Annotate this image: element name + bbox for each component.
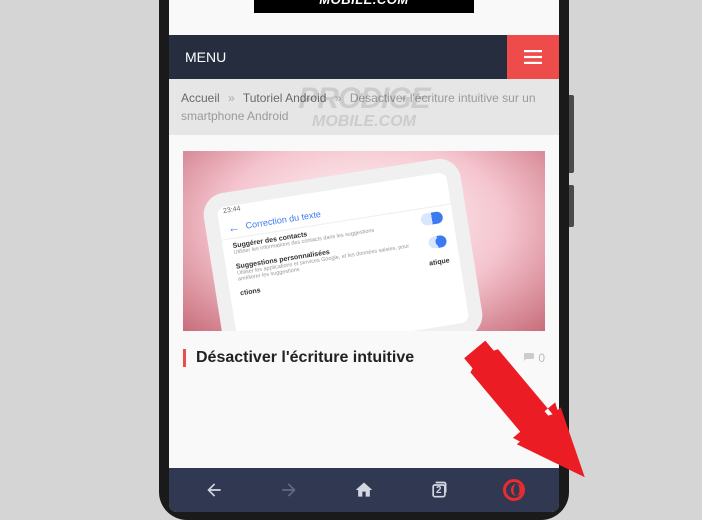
title-accent-marker — [183, 349, 186, 367]
nav-tabs-button[interactable]: 2 — [417, 480, 461, 500]
breadcrumb-sep: » — [335, 91, 342, 105]
comments-number: 0 — [538, 351, 545, 365]
mock-back-icon: ← — [227, 220, 241, 236]
arrow-left-icon — [204, 480, 224, 500]
power-button — [569, 185, 574, 227]
article-hero-image[interactable]: 23:44 ← Correction du texte Suggérer des… — [183, 151, 545, 331]
nav-forward-button[interactable] — [267, 480, 311, 500]
logo-line2: MOBILE.COM — [254, 0, 474, 7]
browser-nav-bar: 2 — [169, 468, 559, 512]
menu-label[interactable]: MENU — [169, 35, 507, 79]
article-title-row: Désactiver l'écriture intuitive 0 — [169, 339, 559, 371]
nav-home-button[interactable] — [342, 480, 386, 500]
phone-frame: PRODIGE MOBILE.COM MENU Accueil » Tutori… — [159, 0, 569, 520]
home-icon — [354, 480, 374, 500]
mock-toggle-2 — [428, 234, 448, 249]
mock-setting-3b: atique — [429, 257, 450, 267]
menu-bar: MENU — [169, 35, 559, 79]
opera-icon — [503, 479, 525, 501]
menu-toggle-button[interactable] — [507, 35, 559, 79]
phone-screen: PRODIGE MOBILE.COM MENU Accueil » Tutori… — [169, 0, 559, 512]
nav-back-button[interactable] — [192, 480, 236, 500]
comment-icon — [523, 352, 535, 364]
tabs-count-badge: 2 — [436, 485, 442, 496]
nav-opera-button[interactable] — [492, 479, 536, 501]
breadcrumb: Accueil » Tutoriel Android » Désactiver … — [169, 79, 559, 135]
mock-setting-3a: ctions — [240, 287, 261, 297]
mock-phone-photo: 23:44 ← Correction du texte Suggérer des… — [201, 156, 486, 331]
breadcrumb-category[interactable]: Tutoriel Android — [243, 91, 327, 105]
page-content: PRODIGE MOBILE.COM MENU Accueil » Tutori… — [169, 0, 559, 468]
site-logo-banner[interactable]: PRODIGE MOBILE.COM — [254, 0, 474, 13]
hamburger-icon — [524, 50, 542, 64]
article-title[interactable]: Désactiver l'écriture intuitive — [196, 349, 523, 367]
volume-button — [569, 95, 574, 173]
mock-toggle-1 — [420, 210, 444, 225]
breadcrumb-sep: » — [228, 91, 235, 105]
arrow-right-icon — [279, 480, 299, 500]
comments-count[interactable]: 0 — [523, 351, 545, 365]
breadcrumb-home[interactable]: Accueil — [181, 91, 220, 105]
